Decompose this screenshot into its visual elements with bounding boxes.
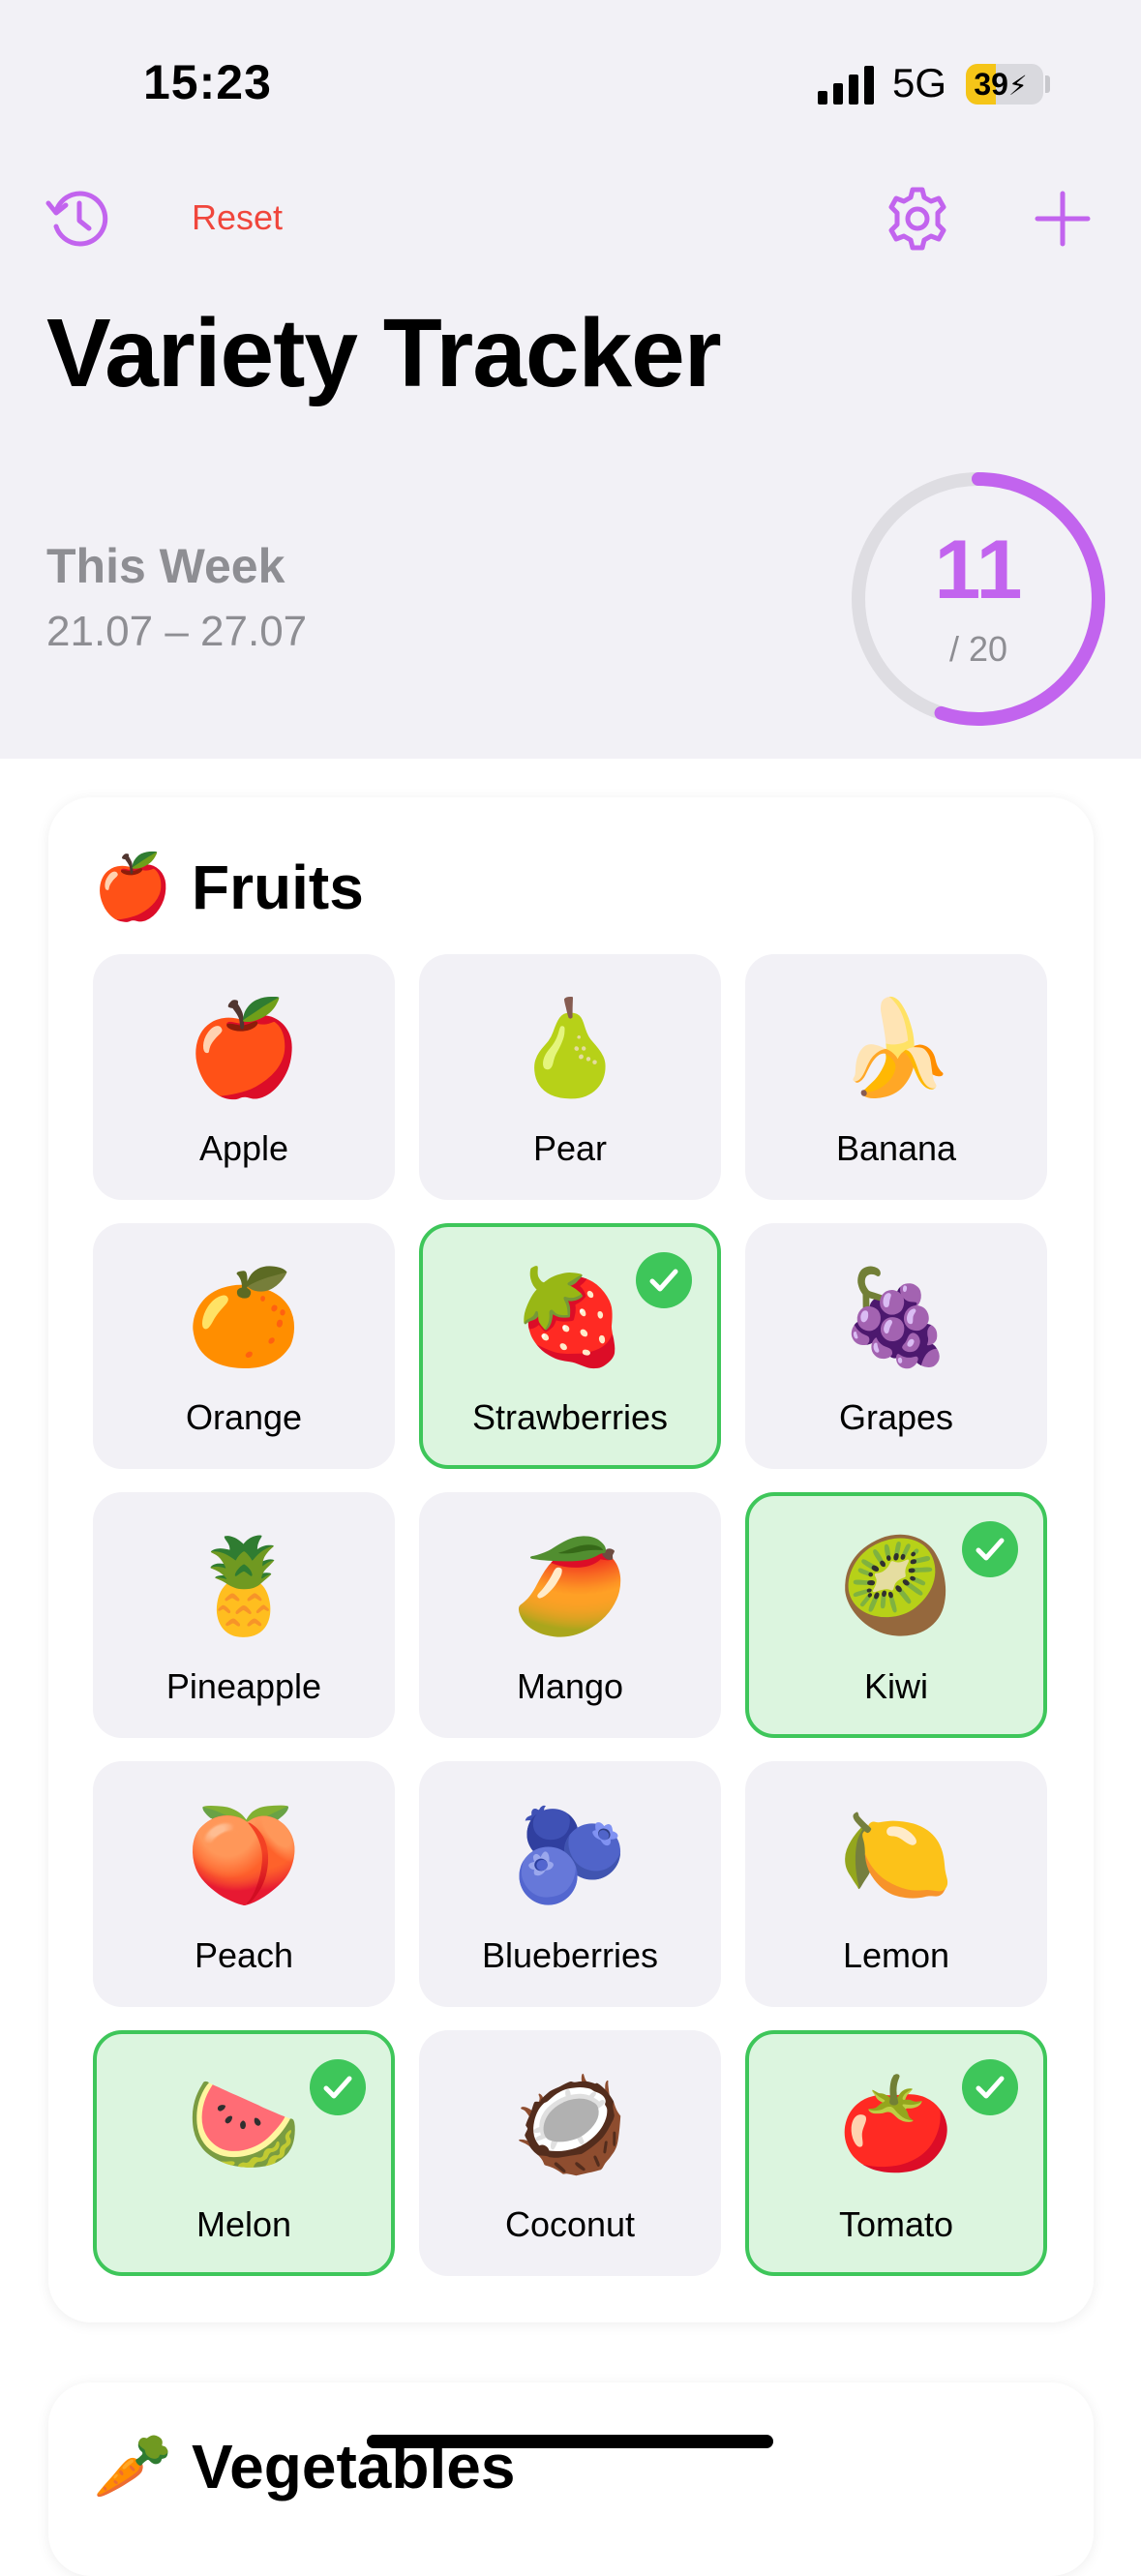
fruit-label: Grapes — [838, 1397, 954, 1437]
fruit-tile-apple[interactable]: 🍎 Apple — [93, 954, 395, 1200]
fruit-tile-orange[interactable]: 🍊 Orange — [93, 1223, 395, 1469]
progress-total: / 20 — [948, 629, 1008, 669]
vegetables-card: 🥕 Vegetables — [48, 2382, 1094, 2576]
fruit-label: Peach — [194, 1935, 294, 1975]
fruit-label: Melon — [195, 2204, 292, 2244]
checkmark-icon — [310, 2059, 366, 2115]
progress-count: 11 — [934, 524, 1023, 616]
page-title: Variety Tracker — [46, 299, 722, 407]
fruit-tile-pear[interactable]: 🍐 Pear — [419, 954, 721, 1200]
fruit-label: Mango — [516, 1666, 624, 1706]
banana-emoji-icon: 🍌 — [838, 997, 954, 1100]
network-type: 5G — [892, 60, 947, 105]
fruits-title: Fruits — [192, 853, 364, 922]
status-time: 15:23 — [143, 55, 272, 109]
fruit-label: Apple — [198, 1128, 289, 1168]
fruit-label: Strawberries — [471, 1397, 669, 1437]
home-indicator — [367, 2435, 773, 2448]
status-bar: 15:23 5G 39⚡ — [0, 0, 1141, 145]
fruit-label: Lemon — [842, 1935, 950, 1975]
fruit-tile-banana[interactable]: 🍌 Banana — [745, 954, 1047, 1200]
apple-emoji-icon: 🍎 — [186, 997, 302, 1100]
fruit-label: Kiwi — [863, 1666, 928, 1706]
fruit-tile-pineapple[interactable]: 🍍 Pineapple — [93, 1492, 395, 1738]
settings-button[interactable] — [879, 180, 956, 257]
fruit-grid: 🍎 Apple 🍐 Pear 🍌 Banana 🍊 Orange 🍓 Strawberries 🍇 G… — [93, 954, 1061, 2276]
checkmark-icon — [962, 1521, 1018, 1577]
add-button[interactable] — [1024, 180, 1101, 257]
history-clock-icon — [45, 191, 108, 247]
fruit-tile-coconut[interactable]: 🥥 Coconut — [419, 2030, 721, 2276]
blueberries-emoji-icon: 🫐 — [512, 1804, 628, 1907]
fruit-label: Orange — [185, 1397, 303, 1437]
mango-emoji-icon: 🥭 — [512, 1535, 628, 1638]
week-label: This Week — [46, 539, 285, 593]
fruit-tile-lemon[interactable]: 🍋 Lemon — [745, 1761, 1047, 2007]
fruit-label: Banana — [835, 1128, 957, 1168]
reset-button[interactable]: Reset — [192, 197, 283, 238]
fruits-emoji-icon: 🍎 — [93, 851, 173, 922]
cellular-signal-icon — [818, 66, 874, 105]
fruit-label: Coconut — [504, 2204, 636, 2244]
checkmark-icon — [962, 2059, 1018, 2115]
coconut-emoji-icon: 🥥 — [512, 2073, 628, 2176]
grapes-emoji-icon: 🍇 — [838, 1266, 954, 1369]
battery-tip — [1045, 75, 1050, 93]
pineapple-emoji-icon: 🍍 — [186, 1535, 302, 1638]
fruit-tile-melon[interactable]: 🍉 Melon — [93, 2030, 395, 2276]
fruit-label: Tomato — [838, 2204, 954, 2244]
peach-emoji-icon: 🍑 — [186, 1804, 302, 1907]
fruit-tile-blueberries[interactable]: 🫐 Blueberries — [419, 1761, 721, 2007]
fruit-tile-kiwi[interactable]: 🥝 Kiwi — [745, 1492, 1047, 1738]
lemon-emoji-icon: 🍋 — [838, 1804, 954, 1907]
fruit-tile-tomato[interactable]: 🍅 Tomato — [745, 2030, 1047, 2276]
week-range: 21.07 – 27.07 — [46, 608, 308, 655]
fruit-tile-peach[interactable]: 🍑 Peach — [93, 1761, 395, 2007]
checkmark-icon — [636, 1252, 692, 1308]
fruit-tile-grapes[interactable]: 🍇 Grapes — [745, 1223, 1047, 1469]
vegetables-emoji-icon: 🥕 — [93, 2430, 173, 2501]
plus-icon — [1035, 191, 1091, 247]
fruit-label: Blueberries — [481, 1935, 659, 1975]
fruit-tile-strawberries[interactable]: 🍓 Strawberries — [419, 1223, 721, 1469]
fruit-tile-mango[interactable]: 🥭 Mango — [419, 1492, 721, 1738]
battery-percent: 39⚡ — [974, 67, 1028, 102]
gear-icon — [888, 187, 946, 251]
history-button[interactable] — [41, 180, 118, 257]
fruits-card: 🍎 Fruits 🍎 Apple 🍐 Pear 🍌 Banana 🍊 Orange 🍓 Straw… — [48, 797, 1094, 2322]
battery-charging-icon: 39⚡ — [966, 64, 1043, 105]
pear-emoji-icon: 🍐 — [512, 997, 628, 1100]
orange-emoji-icon: 🍊 — [186, 1266, 302, 1369]
fruit-label: Pear — [532, 1128, 608, 1168]
fruit-label: Pineapple — [165, 1666, 322, 1706]
